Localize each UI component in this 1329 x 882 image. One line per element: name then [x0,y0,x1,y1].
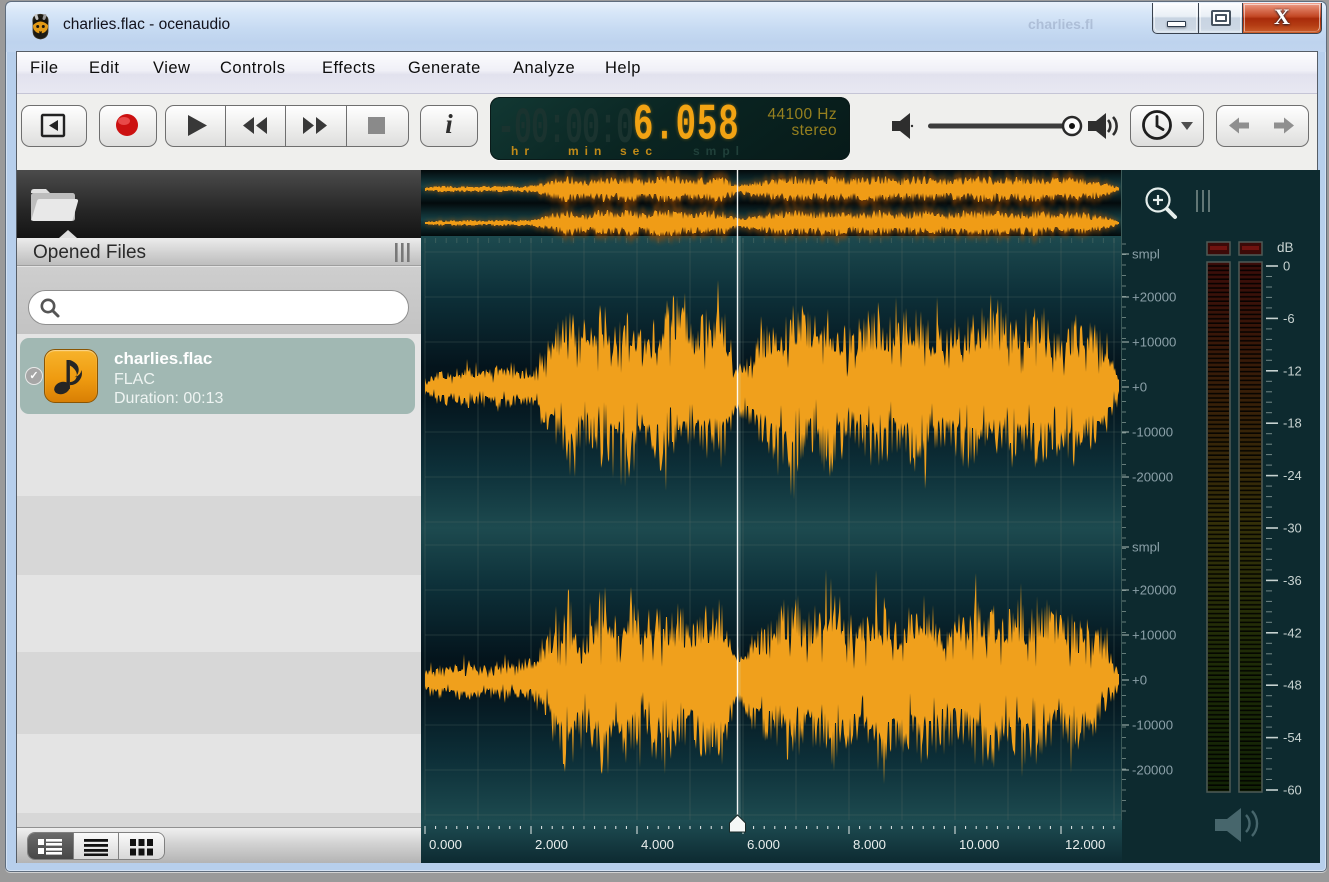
svg-text:-30: -30 [1283,521,1302,536]
svg-text:0.000: 0.000 [429,837,462,852]
svg-text:+20000: +20000 [1132,290,1176,305]
svg-text:-54: -54 [1283,730,1302,745]
svg-text:-10000: -10000 [1132,718,1173,733]
svg-text:2.000: 2.000 [535,837,568,852]
svg-text:+0: +0 [1132,673,1147,688]
svg-text:4.000: 4.000 [641,837,674,852]
svg-text:+10000: +10000 [1132,628,1176,643]
svg-text:0: 0 [1283,259,1290,274]
svg-text:-12: -12 [1283,363,1302,378]
svg-text:-60: -60 [1283,783,1302,798]
svg-text:+0: +0 [1132,380,1147,395]
svg-text:dB: dB [1277,240,1294,255]
svg-text:+10000: +10000 [1132,335,1176,350]
svg-text:-10000: -10000 [1132,425,1173,440]
svg-text:8.000: 8.000 [853,837,886,852]
svg-text:smpl: smpl [1132,540,1160,555]
svg-text:-42: -42 [1283,625,1302,640]
svg-text:-18: -18 [1283,416,1302,431]
svg-text:+20000: +20000 [1132,583,1176,598]
svg-text:12.000: 12.000 [1065,837,1105,852]
svg-text:-36: -36 [1283,573,1302,588]
svg-text:-20000: -20000 [1132,470,1173,485]
svg-text:smpl: smpl [1132,247,1160,262]
svg-text:6.000: 6.000 [747,837,780,852]
svg-text:-48: -48 [1283,678,1302,693]
svg-text:-6: -6 [1283,311,1295,326]
svg-text:-24: -24 [1283,468,1302,483]
svg-text:10.000: 10.000 [959,837,999,852]
svg-text:-20000: -20000 [1132,763,1173,778]
